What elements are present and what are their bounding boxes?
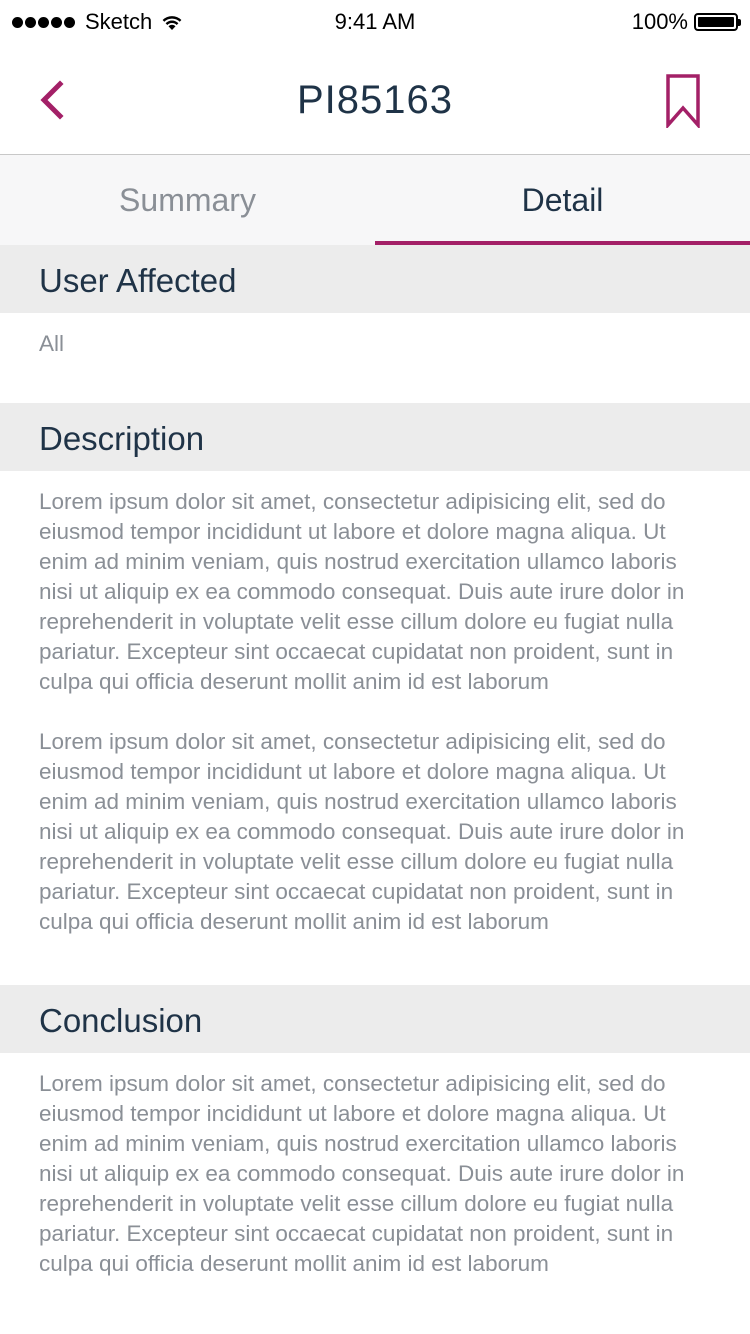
user-affected-header: User Affected bbox=[0, 245, 750, 313]
bookmark-button[interactable] bbox=[666, 74, 700, 130]
description-paragraph: Lorem ipsum dolor sit amet, consectetur … bbox=[39, 489, 685, 694]
conclusion-paragraph: Lorem ipsum dolor sit amet, consectetur … bbox=[39, 1071, 685, 1276]
segmented-tabs: Summary Detail bbox=[0, 155, 750, 245]
description-body: Lorem ipsum dolor sit amet, consectetur … bbox=[0, 471, 750, 985]
battery-icon bbox=[694, 13, 741, 31]
detail-content: User Affected All Description Lorem ipsu… bbox=[0, 245, 750, 1309]
tab-detail[interactable]: Detail bbox=[375, 155, 750, 245]
conclusion-body: Lorem ipsum dolor sit amet, consectetur … bbox=[0, 1053, 750, 1279]
description-paragraph: Lorem ipsum dolor sit amet, consectetur … bbox=[39, 729, 685, 934]
battery-percentage: 100% bbox=[631, 9, 688, 34]
navigation-bar: PI85163 bbox=[0, 40, 750, 155]
page-title: PI85163 bbox=[296, 78, 454, 122]
bookmark-icon bbox=[666, 74, 700, 130]
user-affected-value: All bbox=[39, 331, 65, 356]
status-right: 100% bbox=[631, 9, 741, 35]
conclusion-header: Conclusion bbox=[0, 985, 750, 1053]
tab-summary[interactable]: Summary bbox=[0, 155, 375, 245]
description-header: Description bbox=[0, 403, 750, 471]
status-bar: Sketch 9:41 AM 100% bbox=[0, 0, 750, 40]
